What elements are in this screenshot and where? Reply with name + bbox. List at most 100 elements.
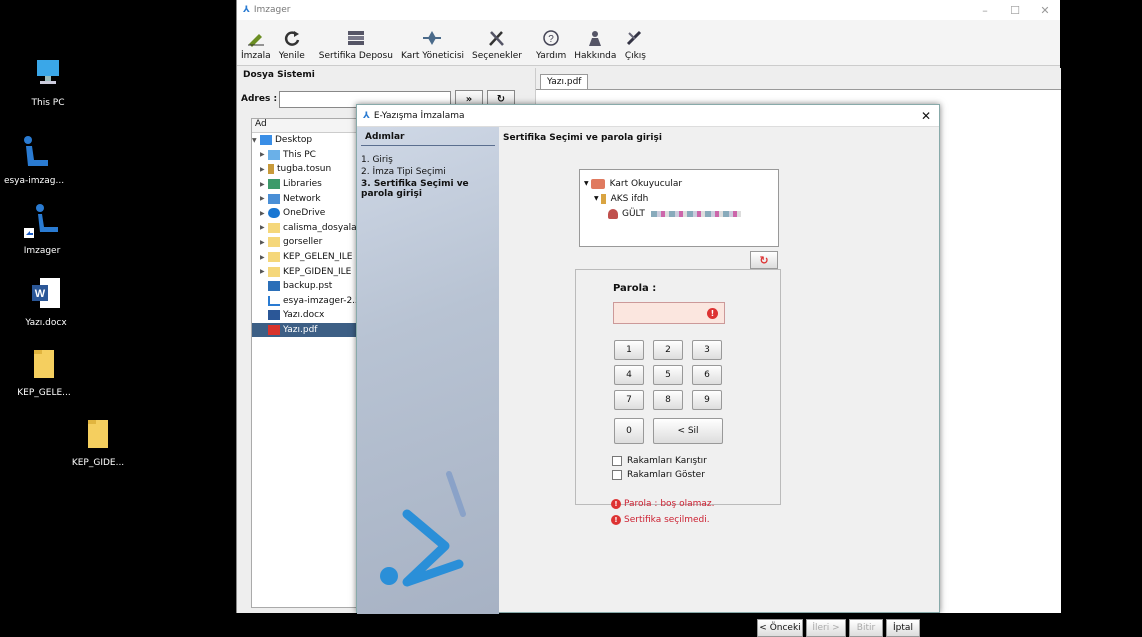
shuffle-digits-checkbox[interactable]: Rakamları Karıştır (612, 456, 707, 466)
key-label: < Sil (677, 426, 699, 436)
folder-icon (268, 252, 280, 263)
password-label: Parola : (613, 283, 657, 294)
file-tree[interactable]: Ad ▼ Desktop ▶ This PC ▶ tugba.tosun ▶ Libra… (251, 118, 371, 608)
key-label: 0 (626, 426, 632, 436)
imzala-button[interactable]: İmzala (241, 28, 271, 61)
desktop-icon-label: Yazı.docx (25, 318, 67, 328)
sertifika-deposu-button[interactable]: Sertifika Deposu (319, 28, 393, 61)
tree-item[interactable]: ▼ Desktop (252, 133, 370, 148)
expanded-arrow-icon: ▼ (584, 180, 589, 187)
step-2: 2. İmza Tipi Seçimi (361, 167, 446, 177)
tree-item-label: This PC (283, 149, 316, 160)
desktop-icon-kep-gelen[interactable]: KEP_GELE... (6, 344, 82, 398)
checkbox-box[interactable] (612, 470, 622, 480)
sign-pen-icon (245, 28, 267, 48)
e-yazisma-dialog: ⅄ E-Yazışma İmzalama ✕ Adımlar 1. Giriş … (356, 104, 940, 637)
outlook-file-icon (268, 281, 280, 292)
key-0[interactable]: 0 (614, 418, 644, 444)
key-9[interactable]: 9 (692, 390, 722, 410)
password-input[interactable]: ! (613, 302, 725, 324)
kart-yoneticisi-button[interactable]: Kart Yöneticisi (401, 28, 464, 61)
desktop-folder-icon (260, 135, 272, 146)
tab-yazi-pdf[interactable]: Yazı.pdf (540, 74, 589, 89)
maximize-icon[interactable]: ☐ (1000, 4, 1030, 17)
finish-button[interactable]: Bitir (849, 619, 883, 637)
card-manager-icon (421, 28, 443, 48)
tree-item[interactable]: esya-imzager-2.5 (252, 294, 370, 309)
cikis-button[interactable]: Çıkış (624, 28, 646, 61)
tree-item[interactable]: ▶ calisma_dosyala (252, 221, 370, 236)
computer-icon (28, 54, 68, 94)
refresh-icon (281, 28, 303, 48)
tree-item-selected[interactable]: Yazı.pdf (252, 322, 370, 338)
tree-node-card-readers[interactable]: ▼ Kart Okuyucular (584, 176, 774, 191)
tree-item[interactable]: ▶ KEP_GELEN_ILE (252, 250, 370, 265)
yenile-label: Yenile (278, 51, 305, 61)
key-7[interactable]: 7 (614, 390, 644, 410)
tree-node-reader[interactable]: ▼ AKS ifdh (584, 191, 774, 206)
tree-item[interactable]: ▶ OneDrive (252, 206, 370, 221)
hakkinda-button[interactable]: Hakkında (574, 28, 616, 61)
tree-item-label: gorseller (283, 237, 323, 248)
help-icon: ? (540, 28, 562, 48)
tree-item[interactable]: ▶ Libraries (252, 177, 370, 192)
file-system-header: Dosya Sistemi (243, 70, 315, 80)
redacted-text (650, 210, 741, 217)
tree-item[interactable]: Yazı.docx (252, 308, 370, 323)
desktop-icon-label: KEP_GELE... (17, 388, 71, 398)
previous-button[interactable]: < Önceki (757, 619, 803, 637)
desktop-icon-kep-giden[interactable]: KEP_GIDE... (60, 414, 136, 468)
key-label: 7 (626, 395, 632, 405)
delete-key[interactable]: < Sil (653, 418, 723, 444)
word-document-icon: W (26, 274, 66, 314)
dialog-close-icon[interactable]: ✕ (913, 109, 939, 123)
key-1[interactable]: 1 (614, 340, 644, 360)
tree-item[interactable]: ▶ KEP_GIDEN_ILE (252, 264, 370, 279)
folder-icon (268, 237, 280, 248)
desktop-icon-yazi-docx[interactable]: W Yazı.docx (8, 274, 84, 328)
key-8[interactable]: 8 (653, 390, 683, 410)
tree-item-label: Libraries (283, 179, 322, 190)
tree-item[interactable]: ▶ gorseller (252, 235, 370, 250)
tree-item[interactable]: ▶ Network (252, 191, 370, 206)
svg-text:?: ? (548, 34, 554, 45)
imzala-label: İmzala (241, 51, 271, 61)
cancel-button[interactable]: İptal (886, 619, 920, 637)
key-3[interactable]: 3 (692, 340, 722, 360)
collapsed-arrow-icon: ▶ (260, 180, 265, 188)
key-6[interactable]: 6 (692, 365, 722, 385)
yenile-button[interactable]: Yenile (279, 28, 305, 61)
certificate-password-pane: Sertifika Seçimi ve parola girişi ▼ Kart … (499, 127, 939, 637)
key-5[interactable]: 5 (653, 365, 683, 385)
minimize-icon[interactable]: – (970, 4, 1000, 17)
collapsed-arrow-icon: ▶ (260, 253, 265, 261)
computer-icon (268, 149, 280, 160)
certificate-store-icon (345, 28, 367, 48)
key-2[interactable]: 2 (653, 340, 683, 360)
desktop-icon-this-pc[interactable]: This PC (10, 54, 86, 108)
close-icon[interactable]: ✕ (1030, 4, 1060, 17)
show-digits-checkbox[interactable]: Rakamları Göster (612, 470, 705, 480)
checkbox-box[interactable] (612, 456, 622, 466)
error-no-certificate: ! Sertifika seçilmedi. (611, 515, 710, 525)
secenekler-button[interactable]: Seçenekler (472, 28, 522, 61)
word-file-icon (268, 310, 280, 321)
next-button[interactable]: İleri > (806, 619, 846, 637)
onedrive-icon (268, 208, 280, 219)
desktop-icon-imzager[interactable]: Imzager (4, 202, 80, 256)
tree-node-certificate[interactable]: GÜLT (584, 206, 774, 221)
card-reader-tree[interactable]: ▼ Kart Okuyucular ▼ AKS ifdh GÜLT (579, 169, 779, 247)
tree-item[interactable]: ▶ This PC (252, 148, 370, 163)
yardim-button[interactable]: ? Yardım (536, 28, 566, 61)
button-label: < Önceki (759, 623, 801, 633)
svg-text:W: W (35, 288, 46, 300)
desktop-icon-esya-imzager[interactable]: esya-imzag... (0, 132, 72, 186)
column-header-name[interactable]: Ad (252, 119, 370, 133)
tree-node-label: GÜLT (622, 208, 645, 219)
tree-item[interactable]: backup.pst (252, 279, 370, 294)
desktop-icon-label: This PC (31, 98, 65, 108)
card-refresh-button[interactable]: ↻ (750, 251, 778, 269)
key-4[interactable]: 4 (614, 365, 644, 385)
tree-item-label: calisma_dosyala (283, 222, 357, 233)
tree-item[interactable]: ▶ tugba.tosun (252, 162, 370, 177)
